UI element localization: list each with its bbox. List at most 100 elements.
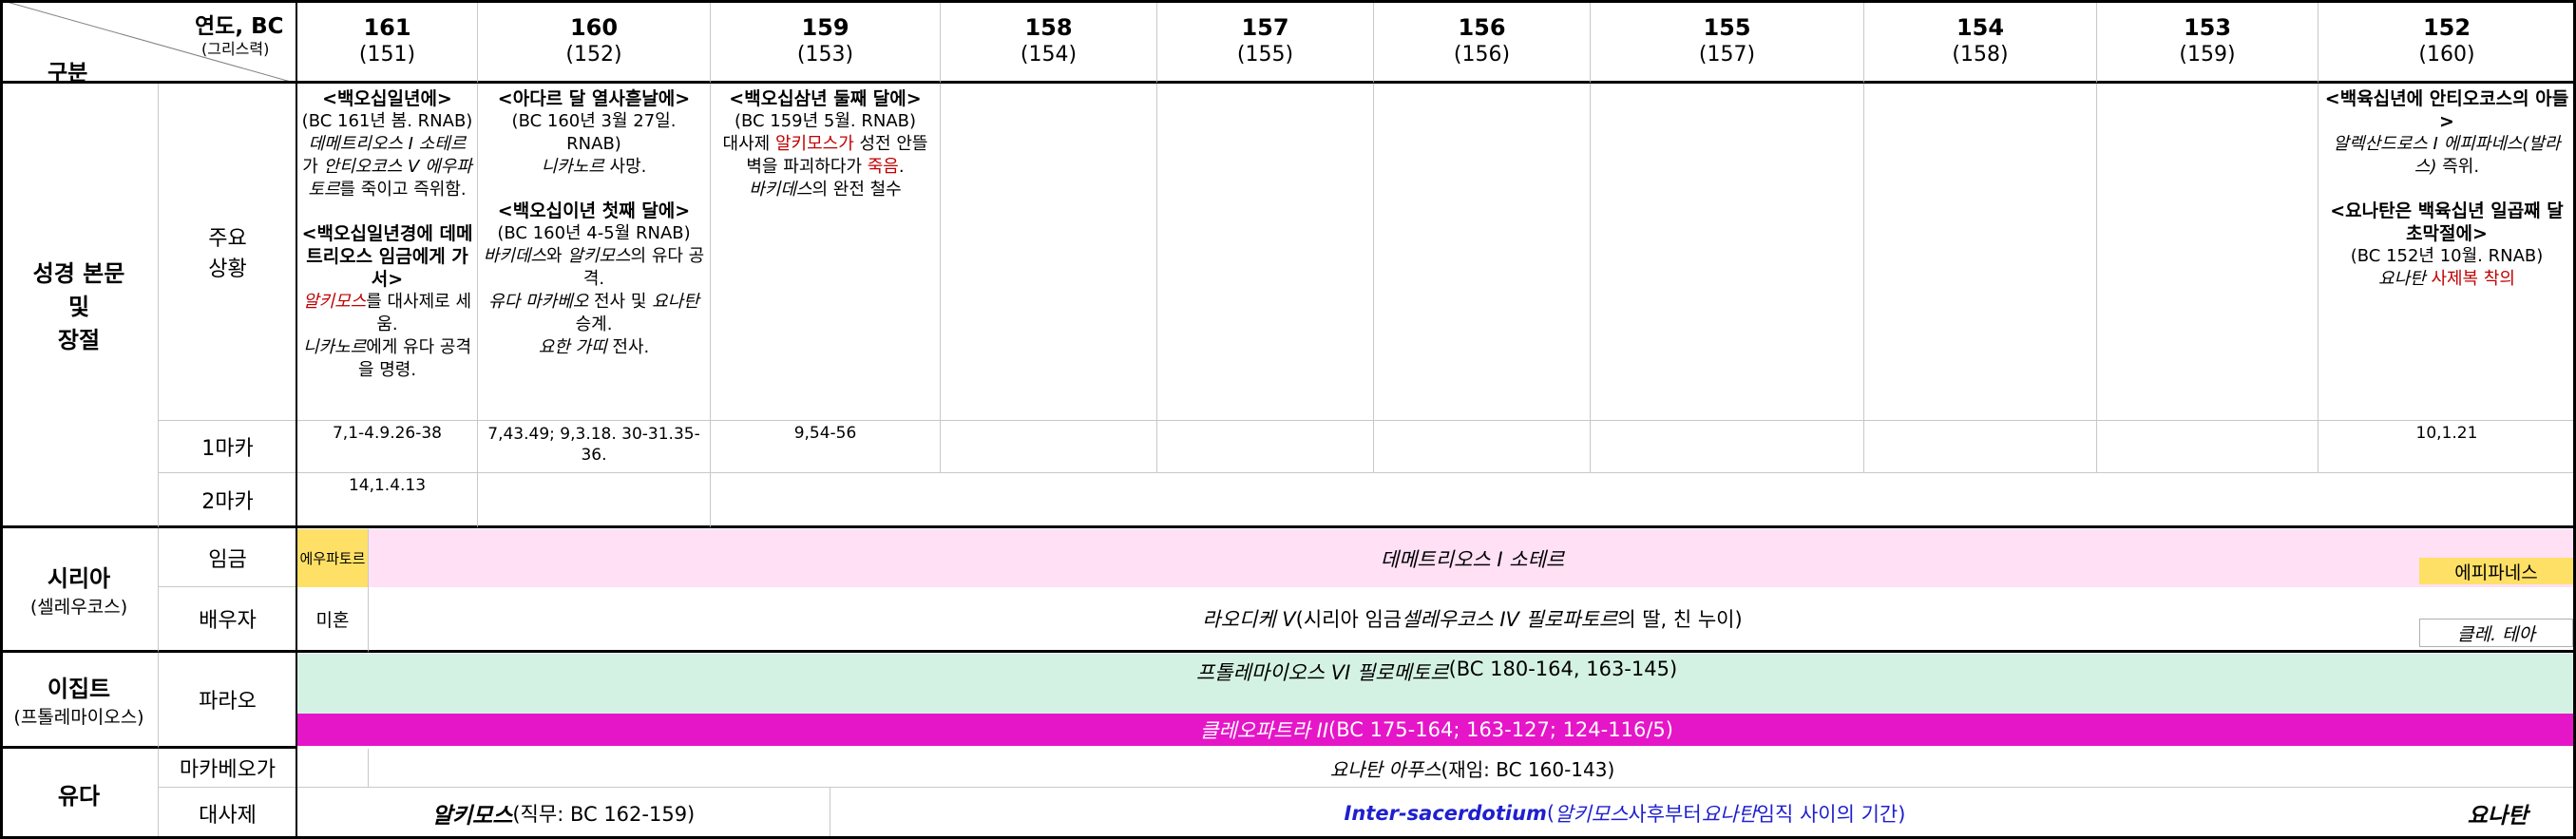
year-col-153: 153 (159) (2097, 0, 2318, 84)
note-heading: <아다르 달 열사흗날에> (497, 88, 691, 109)
notes-155 (1591, 84, 1864, 421)
label-text: 파라오 (199, 690, 257, 714)
notes-157 (1157, 84, 1374, 421)
m1-160: 7,43.49; 9,3.18. 30-31.35-36. (478, 421, 711, 473)
priest-label: 대사제 (159, 788, 297, 839)
syria-label: 시리아 (셀레우코스) (0, 528, 159, 653)
note-line: (BC 160년 4-5월 RNAB) (497, 223, 691, 243)
m1-153 (2097, 421, 2318, 473)
year-greek: (151) (358, 43, 416, 67)
label-text: 임금 (208, 547, 247, 572)
label-text: 1마카 (201, 437, 254, 461)
king-label: 임금 (159, 528, 297, 587)
year-greek: (158) (1952, 43, 2009, 67)
note-line: 니카노르에게 유다 공격을 명령. (302, 337, 472, 380)
year-bc: 161 (363, 14, 411, 41)
pharaoh-ptolemy: 프톨레마이오스 VI 필로메토르 (BC 180-164, 163-145) (297, 654, 2576, 714)
year-col-158: 158 (154) (941, 0, 1157, 84)
year-bc: 155 (1703, 14, 1751, 41)
label-text: 배우자 (199, 609, 257, 633)
spouse-laodike: 라오디케 V (시리아 임금 셀레우코스 IV 필로파토르 의 딸, 친 누이) (369, 587, 2576, 653)
m1-156 (1374, 421, 1591, 473)
year-greek: (156) (1453, 43, 1511, 67)
note-line: (BC 161년 봄. RNAB) (301, 111, 473, 131)
year-bc: 156 (1458, 14, 1506, 41)
label-text: 마카베오가 (179, 758, 277, 782)
note-heading: <백오십일년경에 데메트리오스 임금에게 가서> (301, 223, 473, 290)
note-line: 대사제 알키모스가 성전 안뜰 벽을 파괴하다가 죽음. (722, 134, 928, 177)
note-heading: <백오십삼년 둘째 달에> (729, 88, 922, 109)
year-greek: (159) (2179, 43, 2236, 67)
year-greek: (157) (1698, 43, 1756, 67)
gubun-label: 구분 (48, 61, 88, 84)
greek-label: (그리스력) (201, 40, 270, 58)
m1-159: 9,54-56 (711, 421, 941, 473)
note-line: 데메트리오스 I 소테르가 안티오코스 V 에우파토르를 죽이고 즉위함. (302, 134, 472, 200)
note-line: 요나탄 사제복 착의 (2378, 269, 2515, 289)
chronology-table: 연도, BC (그리스력) 구분 161 (151) 160 (152) 159… (0, 0, 2576, 839)
note-line: (BC 152년 10월. RNAB) (2350, 246, 2544, 266)
notes-159: <백오십삼년 둘째 달에> (BC 159년 5월. RNAB) 대사제 알키모… (711, 84, 941, 421)
section-sub: (셀레우코스) (29, 597, 128, 618)
year-bc: 158 (1024, 14, 1073, 41)
note-line: 알키모스를 대사제로 세움. (302, 292, 472, 334)
king-eupator: 에우파토르 (297, 529, 369, 587)
m1-152: 10,1.21 (2318, 421, 2576, 473)
year-col-152: 152 (160) (2318, 0, 2576, 84)
note-line: 니카노르 사망. (541, 157, 647, 177)
note-line: (BC 159년 5월. RNAB) (734, 111, 917, 131)
note-line: 바키데스의 완전 철수 (749, 180, 902, 200)
judah-label: 유다 (0, 749, 159, 839)
king-epiphanes: 에피파네스 (2419, 558, 2573, 584)
year-col-155: 155 (157) (1591, 0, 1864, 84)
note-line: 유다 마카베오 전사 및 요나탄 승계. (488, 292, 699, 334)
label-line: 주요 (208, 227, 247, 251)
maccabee-label: 마카베오가 (159, 749, 297, 788)
m2-rest (711, 473, 2576, 528)
bible-group-label: 성경 본문 및 장절 (0, 84, 159, 528)
year-col-161: 161 (151) (297, 0, 478, 84)
notes-161: <백오십일년에> (BC 161년 봄. RNAB) 데메트리오스 I 소테르가… (297, 84, 478, 421)
year-col-159: 159 (153) (711, 0, 941, 84)
priest-alkimos: 알키모스 (직무: BC 162-159) (297, 788, 830, 839)
year-greek: (153) (796, 43, 854, 67)
section-sub: (프톨레마이오스) (13, 707, 144, 728)
m2-161: 14,1.4.13 (297, 473, 478, 528)
m1-161: 7,1-4.9.26-38 (297, 421, 478, 473)
section-title: 시리아 (47, 565, 111, 592)
year-greek: (160) (2418, 43, 2475, 67)
label-line: 상황 (208, 257, 247, 281)
label-text: 2마카 (201, 489, 254, 514)
year-bc: 159 (801, 14, 849, 41)
year-bc: 160 (569, 14, 619, 41)
note-line: (BC 160년 3월 27일. RNAB) (511, 111, 677, 154)
pharaoh-label: 파라오 (159, 653, 297, 749)
label-text: 대사제 (199, 804, 257, 828)
notes-154 (1864, 84, 2097, 421)
m2-label: 2마카 (159, 473, 297, 528)
pharaoh-cleopatra: 클레오파트라 II (BC 175-164; 163-127; 124-116/… (297, 714, 2576, 746)
main-situation-label: 주요 상황 (159, 84, 297, 421)
notes-158 (941, 84, 1157, 421)
group-label-line: 장절 (57, 327, 101, 353)
m1-155 (1591, 421, 1864, 473)
m1-label: 1마카 (159, 421, 297, 473)
note-heading: <백오십일년에> (322, 88, 452, 109)
year-label: 연도, BC (195, 14, 284, 39)
notes-156 (1374, 84, 1591, 421)
m1-157 (1157, 421, 1374, 473)
maccabee-empty (297, 749, 369, 788)
notes-153 (2097, 84, 2318, 421)
year-greek: (155) (1236, 43, 1294, 67)
note-line: 알렉산드로스 I 에피파네스(발라스) 즉위. (2333, 134, 2561, 177)
group-label-line: 및 (67, 294, 90, 320)
spouse-thea: 클레. 테아 (2419, 619, 2573, 647)
spouse-unmarried: 미혼 (297, 587, 369, 653)
year-col-154: 154 (158) (1864, 0, 2097, 84)
year-col-156: 156 (156) (1374, 0, 1591, 84)
notes-152: <백육십년에 안티오코스의 아들> 알렉산드로스 I 에피파네스(발라스) 즉위… (2318, 84, 2576, 421)
note-line: 바키데스와 알키모스의 유다 공격. (483, 246, 705, 289)
year-bc: 154 (1956, 14, 2005, 41)
year-greek: (152) (565, 43, 622, 67)
section-title: 이집트 (47, 676, 111, 702)
